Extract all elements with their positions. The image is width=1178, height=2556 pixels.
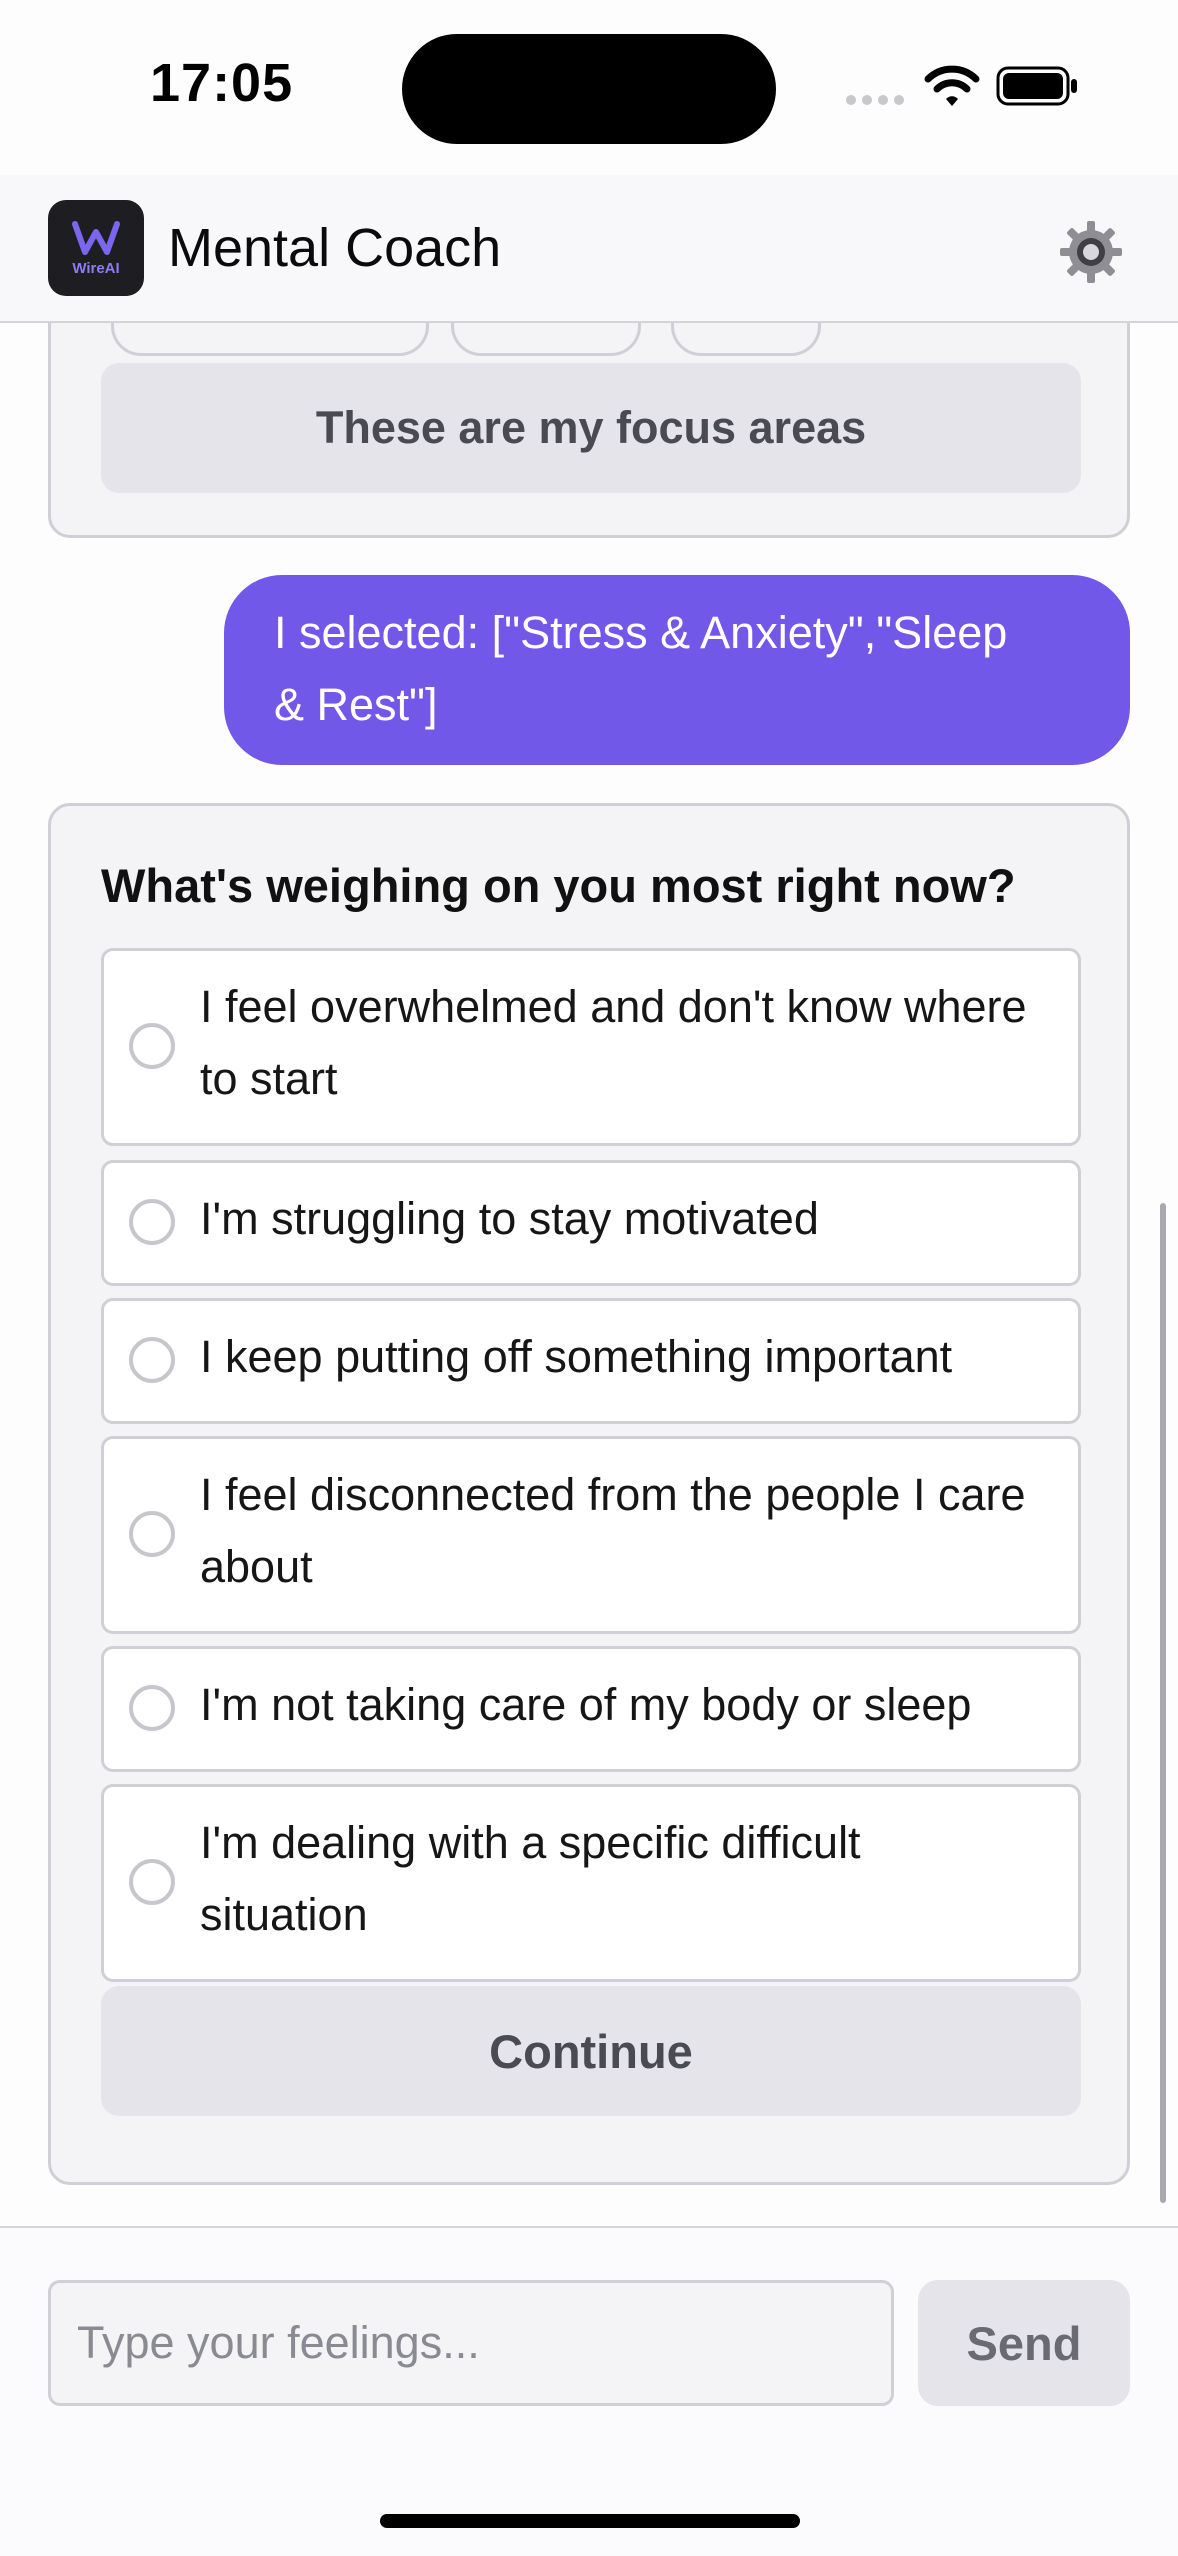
focus-areas-card: These are my focus areas	[48, 323, 1130, 538]
message-input[interactable]	[48, 2280, 894, 2406]
cellular-signal-icon	[846, 95, 904, 105]
radio-button[interactable]	[129, 1199, 175, 1245]
option-disconnected[interactable]: I feel disconnected from the people I ca…	[101, 1436, 1081, 1634]
continue-button[interactable]: Continue	[101, 1986, 1081, 2116]
chat-area[interactable]: These are my focus areas I selected: ["S…	[0, 323, 1178, 2226]
focus-chip[interactable]	[451, 323, 641, 356]
question-card: What's weighing on you most right now? I…	[48, 803, 1130, 2185]
option-label-line: I'm struggling to stay motivated	[200, 1193, 819, 1244]
option-label-line: I feel disconnected from the people I ca…	[200, 1469, 1026, 1520]
radio-button[interactable]	[129, 1337, 175, 1383]
send-button[interactable]: Send	[918, 2280, 1130, 2406]
dynamic-island	[402, 34, 776, 144]
option-procrastination[interactable]: I keep putting off something important	[101, 1298, 1081, 1424]
logo-text: WireAI	[72, 260, 120, 277]
option-label: I'm not taking care of my body or sleep	[200, 1669, 1080, 1741]
radio-button[interactable]	[129, 1023, 175, 1069]
option-difficult-situation[interactable]: I'm dealing with a specific difficult si…	[101, 1784, 1081, 1982]
option-label: I feel disconnected from the people I ca…	[200, 1459, 1080, 1603]
option-label-line: I feel overwhelmed and don't know where	[200, 981, 1027, 1032]
gear-icon[interactable]	[1058, 219, 1124, 285]
app-logo: WireAI	[48, 200, 144, 296]
message-composer: Send	[0, 2226, 1178, 2556]
logo-w-icon	[72, 221, 120, 255]
focus-chip[interactable]	[111, 323, 429, 356]
wifi-icon	[924, 65, 980, 106]
option-label-line: I keep putting off something important	[200, 1331, 953, 1382]
option-label-line: I'm not taking care of my body or sleep	[200, 1679, 972, 1730]
option-body-sleep[interactable]: I'm not taking care of my body or sleep	[101, 1646, 1081, 1772]
option-label-line: to start	[200, 1053, 338, 1104]
option-label-line: situation	[200, 1889, 368, 1940]
option-overwhelmed[interactable]: I feel overwhelmed and don't know where …	[101, 948, 1081, 1146]
status-time: 17:05	[150, 53, 294, 113]
user-message-line: & Rest"]	[274, 679, 438, 730]
radio-button[interactable]	[129, 1511, 175, 1557]
option-label: I'm dealing with a specific difficult si…	[200, 1807, 1080, 1951]
page-title: Mental Coach	[168, 218, 502, 278]
option-motivation[interactable]: I'm struggling to stay motivated	[101, 1160, 1081, 1286]
option-label: I'm struggling to stay motivated	[200, 1183, 1080, 1255]
option-label-line: about	[200, 1541, 313, 1592]
option-label: I feel overwhelmed and don't know where …	[200, 971, 1080, 1115]
question-title: What's weighing on you most right now?	[101, 859, 1016, 912]
user-message-line: I selected: ["Stress & Anxiety","Sleep	[274, 607, 1008, 658]
confirm-focus-areas-button[interactable]: These are my focus areas	[101, 363, 1081, 493]
option-label-line: I'm dealing with a specific difficult	[200, 1817, 861, 1868]
app-header: WireAI Mental Coach	[0, 175, 1178, 323]
status-bar: 17:05	[0, 0, 1178, 175]
battery-icon	[996, 66, 1077, 106]
radio-button[interactable]	[129, 1859, 175, 1905]
focus-chip[interactable]	[671, 323, 821, 356]
scrollbar[interactable]	[1160, 1203, 1166, 2203]
user-message-bubble: I selected: ["Stress & Anxiety","Sleep &…	[224, 575, 1130, 765]
radio-button[interactable]	[129, 1685, 175, 1731]
option-label: I keep putting off something important	[200, 1321, 1080, 1393]
home-indicator[interactable]	[380, 2514, 800, 2528]
